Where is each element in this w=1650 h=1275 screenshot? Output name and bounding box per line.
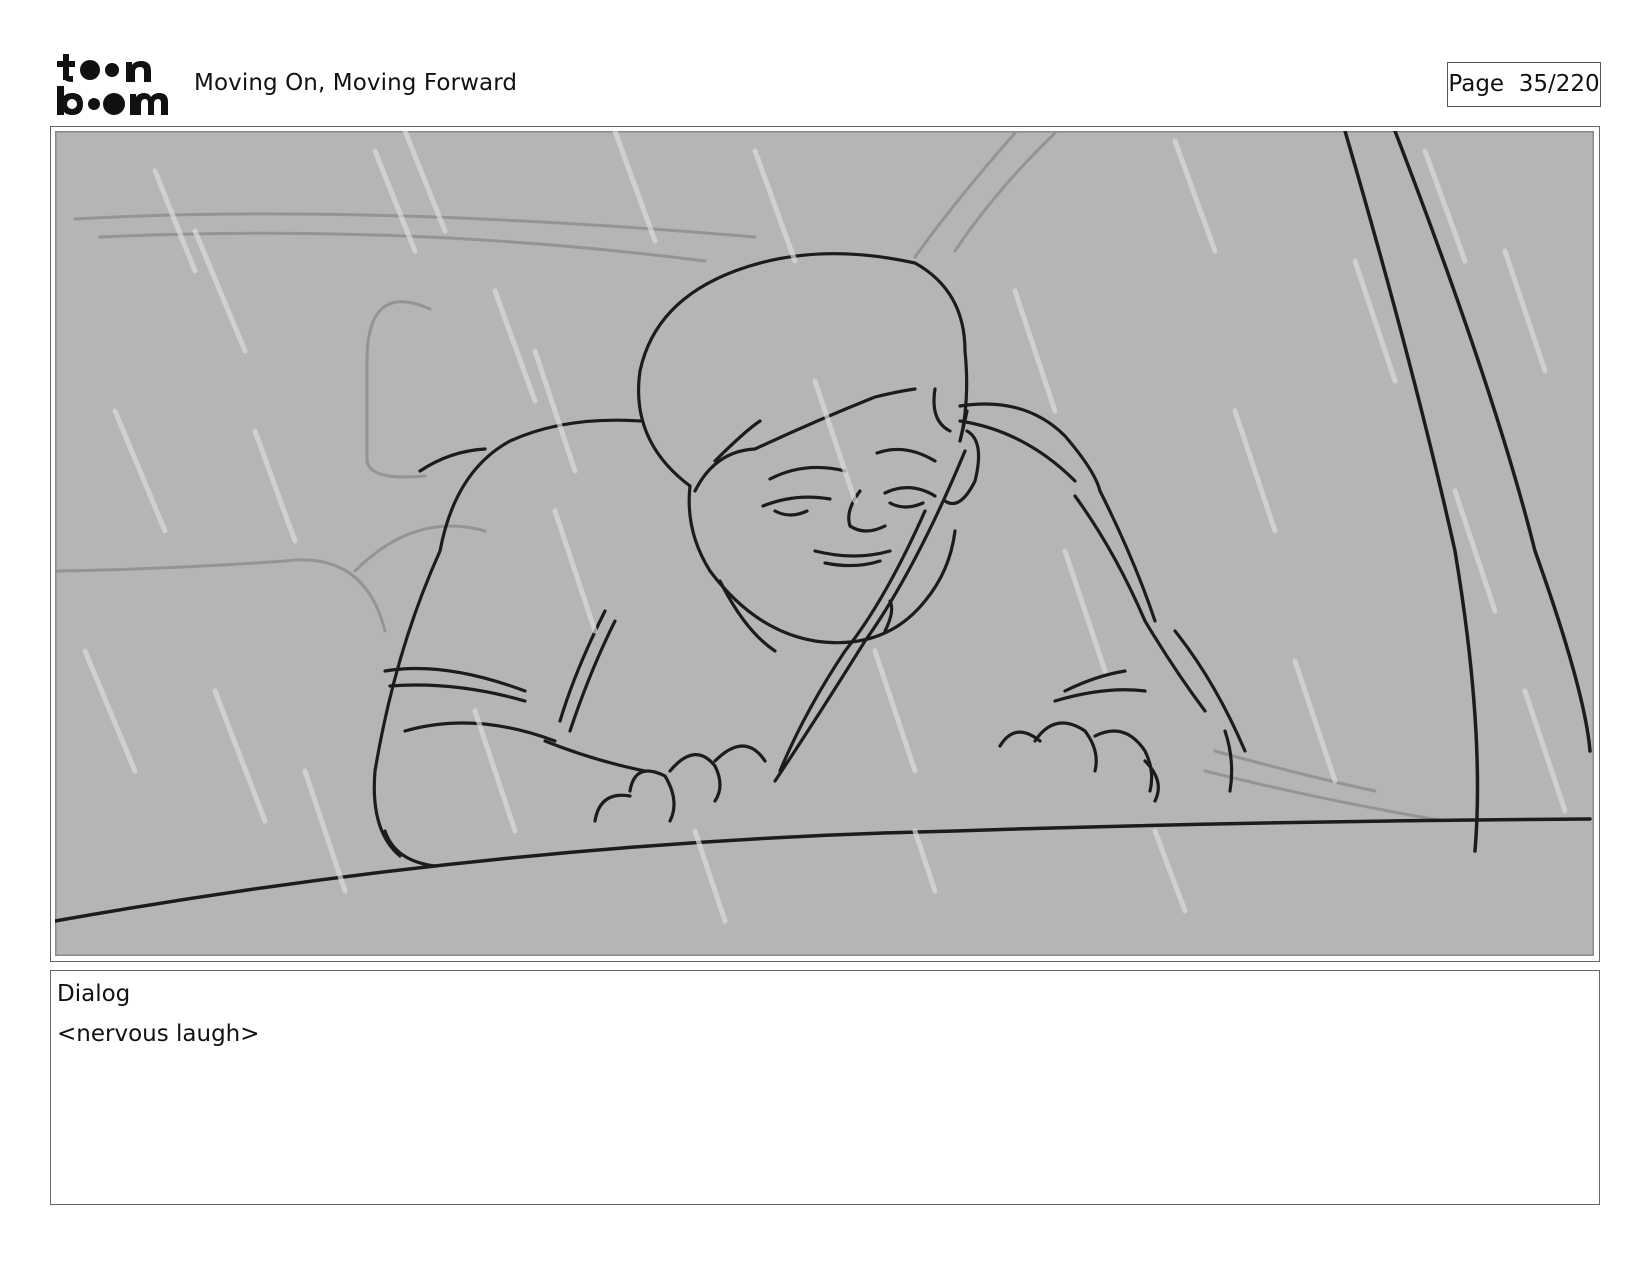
page-number: Page 35/220 bbox=[1447, 62, 1601, 107]
dialog-box: Dialog <nervous laugh> bbox=[50, 970, 1600, 1205]
panel-sketch bbox=[55, 131, 1594, 956]
toon-boom-logo bbox=[57, 54, 168, 115]
storyboard-panel bbox=[50, 126, 1600, 962]
dialog-text: <nervous laugh> bbox=[57, 1021, 260, 1047]
document-title: Moving On, Moving Forward bbox=[194, 70, 518, 96]
dialog-label: Dialog bbox=[57, 981, 131, 1007]
